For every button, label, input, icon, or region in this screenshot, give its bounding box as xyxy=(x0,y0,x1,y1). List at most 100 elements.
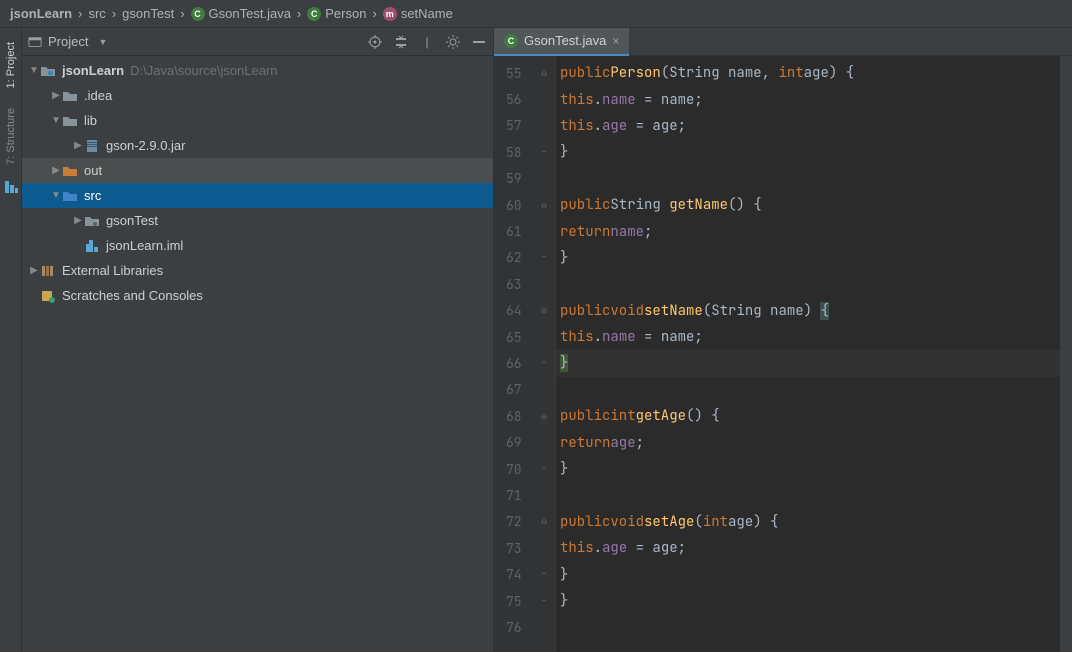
code-line[interactable]: } xyxy=(556,139,1060,165)
module-folder-icon xyxy=(40,63,56,79)
expand-arrow-icon[interactable] xyxy=(50,165,62,176)
chevron-right-icon: › xyxy=(180,6,184,21)
code-line[interactable]: } xyxy=(556,561,1060,587)
gutter-line[interactable]: 74⌃ xyxy=(494,561,555,587)
tree-item-lib[interactable]: lib xyxy=(22,108,493,133)
code-line[interactable] xyxy=(556,271,1060,297)
scratches-icon xyxy=(40,288,56,304)
tree-item-idea[interactable]: .idea xyxy=(22,83,493,108)
toolwindow-tab-structure[interactable]: 7: Structure xyxy=(5,98,17,175)
gutter-line[interactable]: 70⌃ xyxy=(494,456,555,482)
tree-item-iml[interactable]: jsonLearn.iml xyxy=(22,233,493,258)
gutter-line[interactable]: 75⌃ xyxy=(494,588,555,614)
expand-arrow-icon[interactable] xyxy=(28,265,40,276)
expand-arrow-icon[interactable] xyxy=(50,90,62,101)
gutter-line[interactable]: 60⊖ xyxy=(494,192,555,218)
breadcrumb-class[interactable]: C GsonTest.java xyxy=(189,6,293,21)
class-icon: C xyxy=(191,7,205,21)
breadcrumb-class-label: GsonTest.java xyxy=(209,6,291,21)
code-line[interactable] xyxy=(556,482,1060,508)
gutter-line[interactable]: 72⊖ xyxy=(494,509,555,535)
code-line[interactable]: } xyxy=(556,588,1060,614)
breadcrumb-method[interactable]: m setName xyxy=(381,6,455,21)
gutter-line[interactable]: 66⌃ xyxy=(494,350,555,376)
code-line[interactable]: } xyxy=(556,456,1060,482)
hide-icon[interactable] xyxy=(471,34,487,50)
gutter-line[interactable]: 64⊖ xyxy=(494,298,555,324)
tree-item-gson-jar[interactable]: gson-2.9.0.jar xyxy=(22,133,493,158)
expand-arrow-icon[interactable] xyxy=(50,190,62,201)
project-view-title[interactable]: Project xyxy=(48,34,88,49)
gutter-line[interactable]: 67 xyxy=(494,377,555,403)
tree-item-scratches[interactable]: Scratches and Consoles xyxy=(22,283,493,308)
tree-item-external-libraries[interactable]: External Libraries xyxy=(22,258,493,283)
expand-all-icon[interactable] xyxy=(393,34,409,50)
editor-gutter[interactable]: 55⊖565758⌃5960⊖6162⌃6364⊖6566⌃6768⊖6970⌃… xyxy=(494,56,556,652)
breadcrumb-method-label: setName xyxy=(401,6,453,21)
locate-icon[interactable] xyxy=(367,34,383,50)
breadcrumb-project[interactable]: jsonLearn xyxy=(8,6,74,21)
expand-arrow-icon[interactable] xyxy=(28,65,40,76)
chevron-right-icon: › xyxy=(78,6,82,21)
gutter-line[interactable]: 57 xyxy=(494,113,555,139)
gutter-line[interactable]: 59 xyxy=(494,166,555,192)
tree-item-label: gsonTest xyxy=(106,213,158,228)
chevron-down-icon[interactable]: ▼ xyxy=(98,37,107,47)
code-line[interactable]: public int getAge() { xyxy=(556,403,1060,429)
code-line[interactable]: public void setName(String name) { xyxy=(556,298,1060,324)
code-line[interactable]: this.name = name; xyxy=(556,86,1060,112)
breadcrumb-src[interactable]: src xyxy=(86,6,107,21)
editor-tab-label: GsonTest.java xyxy=(524,33,606,48)
tree-item-label: Scratches and Consoles xyxy=(62,288,203,303)
editor-code[interactable]: public Person(String name, int age) { th… xyxy=(556,56,1060,652)
editor-scrollbar[interactable] xyxy=(1060,56,1072,652)
project-tree[interactable]: jsonLearn D:\Java\source\jsonLearn .idea… xyxy=(22,56,493,652)
code-line[interactable]: } xyxy=(556,245,1060,271)
tree-root[interactable]: jsonLearn D:\Java\source\jsonLearn xyxy=(22,58,493,83)
gear-icon[interactable] xyxy=(445,34,461,50)
gutter-line[interactable]: 61 xyxy=(494,218,555,244)
code-line[interactable] xyxy=(556,166,1060,192)
gutter-line[interactable]: 58⌃ xyxy=(494,139,555,165)
expand-arrow-icon[interactable] xyxy=(72,215,84,226)
close-icon[interactable]: × xyxy=(612,34,619,48)
code-line[interactable]: public Person(String name, int age) { xyxy=(556,60,1060,86)
toolwindow-tab-project[interactable]: 1: Project xyxy=(5,32,17,98)
gutter-line[interactable]: 65 xyxy=(494,324,555,350)
tree-root-label: jsonLearn xyxy=(62,63,124,78)
code-line[interactable]: this.age = age; xyxy=(556,535,1060,561)
breadcrumb-inner-class[interactable]: C Person xyxy=(305,6,368,21)
gutter-line[interactable]: 55⊖ xyxy=(494,60,555,86)
divider: | xyxy=(419,34,435,50)
code-line[interactable] xyxy=(556,614,1060,640)
tree-root-path: D:\Java\source\jsonLearn xyxy=(130,63,277,78)
code-line[interactable]: } xyxy=(556,350,1060,376)
gutter-line[interactable]: 76 xyxy=(494,614,555,640)
code-line[interactable]: this.age = age; xyxy=(556,113,1060,139)
tree-item-label: External Libraries xyxy=(62,263,163,278)
code-line[interactable]: public String getName() { xyxy=(556,192,1060,218)
editor-tab-gsontest[interactable]: C GsonTest.java × xyxy=(494,28,629,56)
expand-arrow-icon[interactable] xyxy=(50,115,62,126)
folder-icon xyxy=(62,113,78,129)
structure-icon[interactable] xyxy=(3,179,19,195)
gutter-line[interactable]: 71 xyxy=(494,482,555,508)
gutter-line[interactable]: 73 xyxy=(494,535,555,561)
project-toolwindow-header: Project ▼ | xyxy=(22,28,493,56)
breadcrumb-package[interactable]: gsonTest xyxy=(120,6,176,21)
gutter-line[interactable]: 62⌃ xyxy=(494,245,555,271)
code-line[interactable]: public void setAge(int age) { xyxy=(556,509,1060,535)
tree-item-src[interactable]: src xyxy=(22,183,493,208)
expand-arrow-icon[interactable] xyxy=(72,140,84,151)
breadcrumb-inner-class-label: Person xyxy=(325,6,366,21)
gutter-line[interactable]: 69 xyxy=(494,429,555,455)
code-line[interactable]: this.name = name; xyxy=(556,324,1060,350)
code-line[interactable]: return name; xyxy=(556,218,1060,244)
code-line[interactable] xyxy=(556,377,1060,403)
code-line[interactable]: return age; xyxy=(556,429,1060,455)
tree-item-gsontest[interactable]: gsonTest xyxy=(22,208,493,233)
gutter-line[interactable]: 63 xyxy=(494,271,555,297)
gutter-line[interactable]: 68⊖ xyxy=(494,403,555,429)
tree-item-out[interactable]: out xyxy=(22,158,493,183)
gutter-line[interactable]: 56 xyxy=(494,86,555,112)
